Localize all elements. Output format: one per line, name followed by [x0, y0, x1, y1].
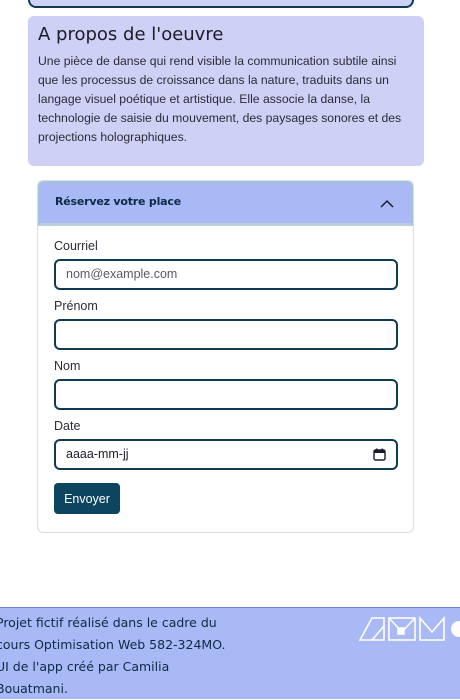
lastname-field[interactable]: [54, 379, 398, 410]
site-footer: Projet fictif réalisé dans le cadre du c…: [0, 607, 460, 699]
accordion-title: Réservez votre place: [55, 195, 181, 208]
date-value: aaaa-mm-jj: [66, 447, 129, 461]
firstname-label: Prénom: [54, 299, 98, 313]
submit-button[interactable]: Envoyer: [54, 483, 120, 514]
lastname-label: Nom: [54, 359, 81, 373]
previous-card-edge: [28, 0, 414, 8]
about-description: Une pièce de danse qui rend visible la c…: [38, 54, 402, 144]
accordion-header-button[interactable]: Réservez votre place: [38, 181, 413, 226]
email-field[interactable]: nom@example.com: [54, 259, 398, 290]
about-title: A propos de l'oeuvre: [38, 24, 224, 45]
date-label: Date: [54, 419, 81, 433]
email-label: Courriel: [54, 239, 98, 253]
about-section: A propos de l'oeuvre Une pièce de danse …: [28, 16, 424, 166]
brand-logo-icon: [358, 615, 460, 641]
firstname-field[interactable]: [54, 319, 398, 350]
calendar-icon[interactable]: [373, 448, 386, 461]
date-field[interactable]: aaaa-mm-jj: [54, 439, 398, 470]
email-placeholder: nom@example.com: [66, 267, 178, 281]
chevron-up-icon: [380, 199, 394, 208]
reservation-accordion: Réservez votre place Courriel nom@exampl…: [37, 180, 414, 533]
footer-credits: Projet fictif réalisé dans le cadre du c…: [0, 615, 226, 696]
